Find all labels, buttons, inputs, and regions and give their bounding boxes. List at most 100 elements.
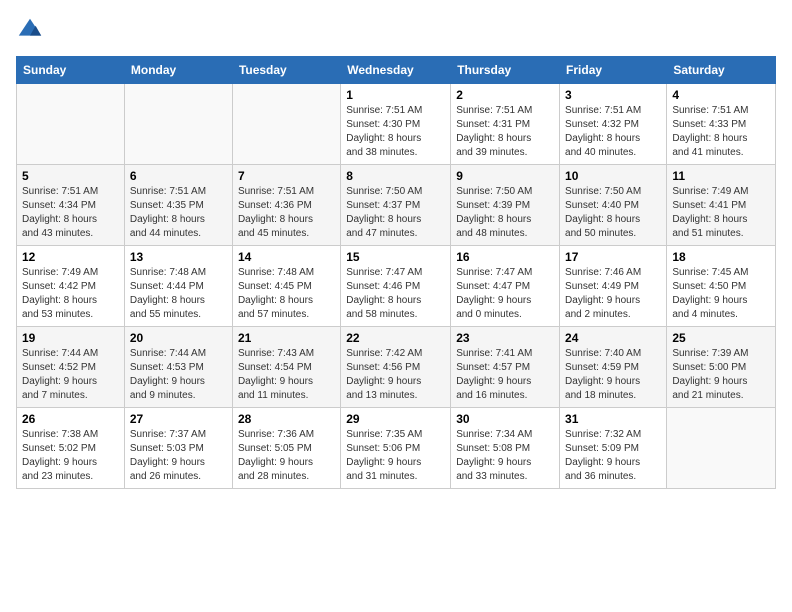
calendar-cell: 31 Sunrise: 7:32 AM Sunset: 5:09 PM Dayli… <box>560 408 667 489</box>
day-info: Sunrise: 7:47 AM Sunset: 4:46 PM Dayligh… <box>346 266 445 322</box>
calendar-cell: 18Sunrise: 7:45 AM Sunset: 4:50 PM Dayli… <box>667 246 776 327</box>
calendar-cell: 23Sunrise: 7:41 AM Sunset: 4:57 PM Dayli… <box>451 327 560 408</box>
page-header <box>16 16 776 44</box>
day-number: 20 <box>130 331 227 345</box>
day-info: Sunrise: 7:32 AM Sunset: 5:09 PM Dayligh… <box>565 428 661 484</box>
day-info: Sunrise: 7:49 AM Sunset: 4:41 PM Dayligh… <box>672 185 770 241</box>
day-of-week-header: Wednesday <box>341 57 451 84</box>
day-info: Sunrise: 7:46 AM Sunset: 4:49 PM Dayligh… <box>565 266 661 322</box>
day-info: Sunrise: 7:38 AM Sunset: 5:02 PM Dayligh… <box>22 428 119 484</box>
day-info: Sunrise: 7:36 AM Sunset: 5:05 PM Dayligh… <box>238 428 335 484</box>
day-number: 24 <box>565 331 661 345</box>
day-of-week-header: Tuesday <box>232 57 340 84</box>
day-info: Sunrise: 7:43 AM Sunset: 4:54 PM Dayligh… <box>238 347 335 403</box>
day-number: 25 <box>672 331 770 345</box>
day-number: 30 <box>456 412 554 426</box>
calendar-cell: 15 Sunrise: 7:47 AM Sunset: 4:46 PM Dayli… <box>341 246 451 327</box>
day-info: Sunrise: 7:50 AM Sunset: 4:37 PM Dayligh… <box>346 185 445 241</box>
calendar-cell: 10 Sunrise: 7:50 AM Sunset: 4:40 PM Dayli… <box>560 165 667 246</box>
day-number: 31 <box>565 412 661 426</box>
calendar-cell: 2Sunrise: 7:51 AM Sunset: 4:31 PM Daylig… <box>451 84 560 165</box>
day-info: Sunrise: 7:40 AM Sunset: 4:59 PM Dayligh… <box>565 347 661 403</box>
calendar-cell: 7 Sunrise: 7:51 AM Sunset: 4:36 PM Daylig… <box>232 165 340 246</box>
calendar-cell: 26 Sunrise: 7:38 AM Sunset: 5:02 PM Dayli… <box>17 408 125 489</box>
day-info: Sunrise: 7:44 AM Sunset: 4:52 PM Dayligh… <box>22 347 119 403</box>
day-number: 11 <box>672 169 770 183</box>
day-number: 13 <box>130 250 227 264</box>
day-number: 26 <box>22 412 119 426</box>
day-of-week-header: Saturday <box>667 57 776 84</box>
calendar-cell: 27Sunrise: 7:37 AM Sunset: 5:03 PM Dayli… <box>124 408 232 489</box>
day-of-week-header: Monday <box>124 57 232 84</box>
calendar-cell: 25Sunrise: 7:39 AM Sunset: 5:00 PM Dayli… <box>667 327 776 408</box>
calendar-week-row: 1 Sunrise: 7:51 AM Sunset: 4:30 PM Daylig… <box>17 84 776 165</box>
day-info: Sunrise: 7:34 AM Sunset: 5:08 PM Dayligh… <box>456 428 554 484</box>
day-number: 12 <box>22 250 119 264</box>
calendar-cell: 6 Sunrise: 7:51 AM Sunset: 4:35 PM Daylig… <box>124 165 232 246</box>
day-number: 6 <box>130 169 227 183</box>
calendar-week-row: 5 Sunrise: 7:51 AM Sunset: 4:34 PM Daylig… <box>17 165 776 246</box>
day-info: Sunrise: 7:35 AM Sunset: 5:06 PM Dayligh… <box>346 428 445 484</box>
calendar-cell: 8 Sunrise: 7:50 AM Sunset: 4:37 PM Daylig… <box>341 165 451 246</box>
day-number: 15 <box>346 250 445 264</box>
calendar-cell: 22Sunrise: 7:42 AM Sunset: 4:56 PM Dayli… <box>341 327 451 408</box>
day-info: Sunrise: 7:50 AM Sunset: 4:40 PM Dayligh… <box>565 185 661 241</box>
calendar-table: SundayMondayTuesdayWednesdayThursdayFrid… <box>16 56 776 489</box>
day-info: Sunrise: 7:44 AM Sunset: 4:53 PM Dayligh… <box>130 347 227 403</box>
day-info: Sunrise: 7:48 AM Sunset: 4:45 PM Dayligh… <box>238 266 335 322</box>
day-info: Sunrise: 7:51 AM Sunset: 4:34 PM Dayligh… <box>22 185 119 241</box>
day-number: 22 <box>346 331 445 345</box>
day-info: Sunrise: 7:51 AM Sunset: 4:32 PM Dayligh… <box>565 104 661 160</box>
calendar-week-row: 19 Sunrise: 7:44 AM Sunset: 4:52 PM Dayli… <box>17 327 776 408</box>
calendar-cell: 12Sunrise: 7:49 AM Sunset: 4:42 PM Dayli… <box>17 246 125 327</box>
day-number: 4 <box>672 88 770 102</box>
calendar-cell: 21 Sunrise: 7:43 AM Sunset: 4:54 PM Dayli… <box>232 327 340 408</box>
calendar-cell: 14Sunrise: 7:48 AM Sunset: 4:45 PM Dayli… <box>232 246 340 327</box>
day-info: Sunrise: 7:51 AM Sunset: 4:35 PM Dayligh… <box>130 185 227 241</box>
calendar-cell: 5 Sunrise: 7:51 AM Sunset: 4:34 PM Daylig… <box>17 165 125 246</box>
day-info: Sunrise: 7:50 AM Sunset: 4:39 PM Dayligh… <box>456 185 554 241</box>
calendar-cell: 17 Sunrise: 7:46 AM Sunset: 4:49 PM Dayli… <box>560 246 667 327</box>
calendar-cell <box>667 408 776 489</box>
calendar-cell <box>17 84 125 165</box>
calendar-cell: 30 Sunrise: 7:34 AM Sunset: 5:08 PM Dayli… <box>451 408 560 489</box>
day-info: Sunrise: 7:37 AM Sunset: 5:03 PM Dayligh… <box>130 428 227 484</box>
calendar-cell: 3 Sunrise: 7:51 AM Sunset: 4:32 PM Daylig… <box>560 84 667 165</box>
day-number: 1 <box>346 88 445 102</box>
day-number: 8 <box>346 169 445 183</box>
day-number: 28 <box>238 412 335 426</box>
day-number: 10 <box>565 169 661 183</box>
day-number: 7 <box>238 169 335 183</box>
day-number: 19 <box>22 331 119 345</box>
calendar-week-row: 12Sunrise: 7:49 AM Sunset: 4:42 PM Dayli… <box>17 246 776 327</box>
logo <box>16 16 48 44</box>
calendar-cell: 4 Sunrise: 7:51 AM Sunset: 4:33 PM Daylig… <box>667 84 776 165</box>
day-info: Sunrise: 7:51 AM Sunset: 4:30 PM Dayligh… <box>346 104 445 160</box>
day-of-week-header: Friday <box>560 57 667 84</box>
day-number: 5 <box>22 169 119 183</box>
calendar-cell: 16 Sunrise: 7:47 AM Sunset: 4:47 PM Dayli… <box>451 246 560 327</box>
day-info: Sunrise: 7:51 AM Sunset: 4:31 PM Dayligh… <box>456 104 554 160</box>
day-of-week-header: Sunday <box>17 57 125 84</box>
day-number: 29 <box>346 412 445 426</box>
day-number: 16 <box>456 250 554 264</box>
calendar-cell: 19 Sunrise: 7:44 AM Sunset: 4:52 PM Dayli… <box>17 327 125 408</box>
logo-icon <box>16 16 44 44</box>
calendar-cell: 28 Sunrise: 7:36 AM Sunset: 5:05 PM Dayli… <box>232 408 340 489</box>
day-number: 3 <box>565 88 661 102</box>
day-info: Sunrise: 7:51 AM Sunset: 4:33 PM Dayligh… <box>672 104 770 160</box>
day-number: 21 <box>238 331 335 345</box>
day-info: Sunrise: 7:41 AM Sunset: 4:57 PM Dayligh… <box>456 347 554 403</box>
calendar-cell <box>232 84 340 165</box>
calendar-cell: 1 Sunrise: 7:51 AM Sunset: 4:30 PM Daylig… <box>341 84 451 165</box>
days-header-row: SundayMondayTuesdayWednesdayThursdayFrid… <box>17 57 776 84</box>
day-info: Sunrise: 7:51 AM Sunset: 4:36 PM Dayligh… <box>238 185 335 241</box>
calendar-week-row: 26 Sunrise: 7:38 AM Sunset: 5:02 PM Dayli… <box>17 408 776 489</box>
calendar-cell: 29 Sunrise: 7:35 AM Sunset: 5:06 PM Dayli… <box>341 408 451 489</box>
calendar-cell: 11 Sunrise: 7:49 AM Sunset: 4:41 PM Dayli… <box>667 165 776 246</box>
calendar-cell: 20 Sunrise: 7:44 AM Sunset: 4:53 PM Dayli… <box>124 327 232 408</box>
calendar-cell <box>124 84 232 165</box>
day-info: Sunrise: 7:47 AM Sunset: 4:47 PM Dayligh… <box>456 266 554 322</box>
day-info: Sunrise: 7:45 AM Sunset: 4:50 PM Dayligh… <box>672 266 770 322</box>
day-number: 17 <box>565 250 661 264</box>
